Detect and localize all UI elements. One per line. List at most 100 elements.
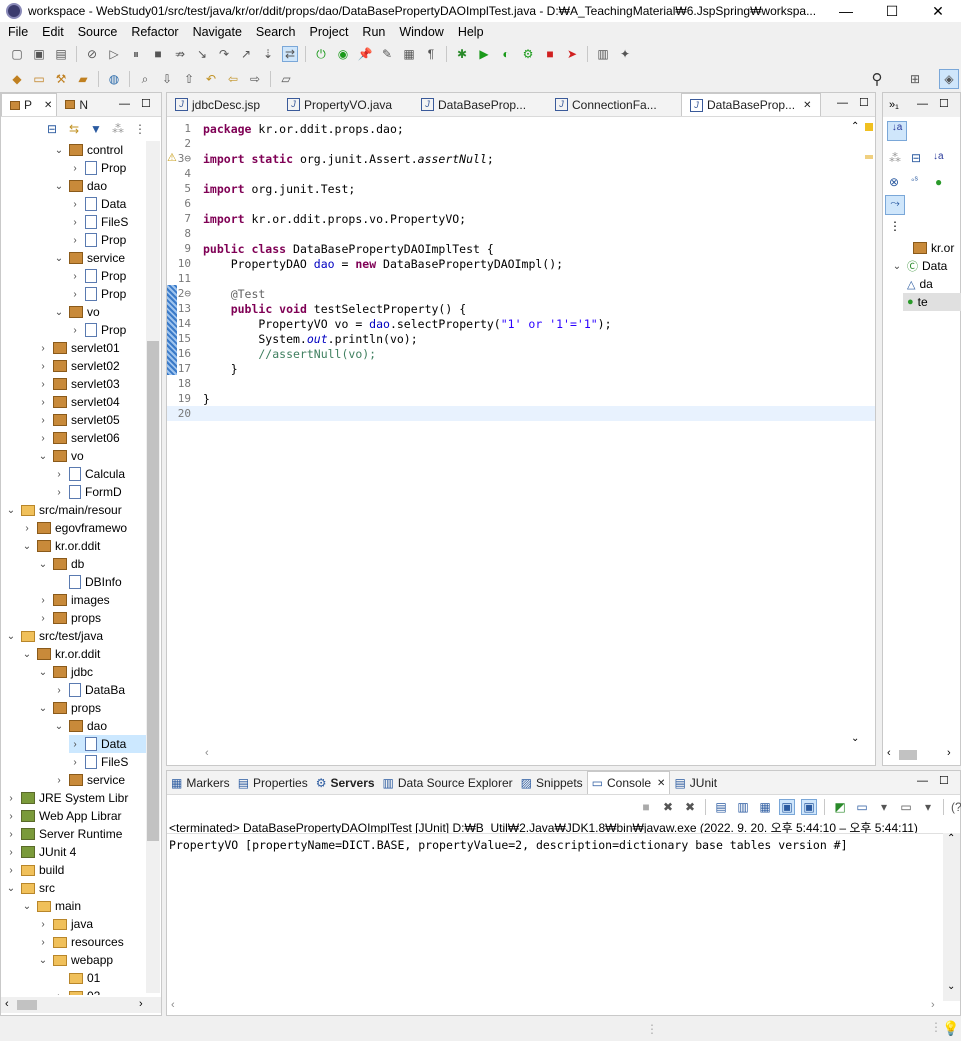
tree-item[interactable]: › Calcula	[53, 465, 125, 483]
console-output-area[interactable]: PropertyVO [propertyName=DICT.BASE, prop…	[167, 833, 943, 1001]
tree-item[interactable]: ⌄ dao	[53, 717, 107, 735]
menu-item-refactor[interactable]: Refactor	[123, 25, 184, 39]
collapse-chevron-icon[interactable]: ›	[69, 163, 81, 174]
close-button[interactable]: ✕	[915, 0, 961, 22]
open-task-icon[interactable]: ◉	[335, 46, 351, 62]
scroll-down-icon[interactable]: ⌄	[851, 733, 859, 744]
collapse-chevron-icon[interactable]: ›	[37, 919, 49, 930]
menu-item-window[interactable]: Window	[391, 25, 449, 39]
collapse-chevron-icon[interactable]: ›	[37, 415, 49, 426]
run-external-icon[interactable]: ⚙	[520, 46, 536, 62]
editor-tab[interactable]: JjdbcDesc.jsp	[167, 93, 279, 116]
console-scrollbar[interactable]: ⌃ ⌄	[943, 833, 960, 1001]
expand-chevron-icon[interactable]: ⌄	[21, 901, 33, 912]
scroll-right-icon[interactable]: ›	[947, 747, 951, 759]
tree-item[interactable]: › 02	[53, 987, 100, 995]
tree-item[interactable]: › FormD	[53, 483, 122, 501]
tree-item[interactable]: ⌄ kr.or.ddit	[21, 645, 101, 663]
outline-hscrollbar-thumb[interactable]	[899, 750, 917, 760]
collapse-chevron-icon[interactable]: ›	[37, 595, 49, 606]
scroll-left-icon[interactable]: ‹	[5, 998, 9, 1010]
close-icon[interactable]: ✕	[657, 778, 665, 789]
tree-item[interactable]: › egovframewo	[21, 519, 127, 537]
code-line[interactable]: 9 public class DataBasePropertyDAOImplTes…	[167, 241, 875, 256]
tree-item[interactable]: ⌄ webapp	[37, 951, 113, 969]
outline-item[interactable]: kr.or	[909, 239, 954, 257]
view-menu-icon[interactable]: ⋮	[889, 219, 901, 233]
tree-item[interactable]: ⌄ src	[5, 879, 55, 897]
tree-item[interactable]: › Web App Librar	[5, 807, 121, 825]
tree-item[interactable]: › Prop	[69, 159, 126, 177]
minimize-button[interactable]: —	[823, 0, 869, 22]
collapse-chevron-icon[interactable]: ›	[69, 217, 81, 228]
menu-item-search[interactable]: Search	[248, 25, 302, 39]
tree-item[interactable]: › props	[37, 609, 101, 627]
menu-item-project[interactable]: Project	[302, 25, 355, 39]
minimize-view-icon[interactable]: —	[917, 775, 928, 787]
outline-item[interactable]: △ da	[903, 275, 933, 293]
menu-item-run[interactable]: Run	[354, 25, 391, 39]
code-line[interactable]: 4	[167, 166, 875, 181]
collapse-chevron-icon[interactable]: ›	[53, 487, 65, 498]
search-references-icon[interactable]: ⌕	[137, 71, 153, 87]
sort-icon[interactable]: ↓a	[887, 121, 907, 141]
tree-item[interactable]: › Prop	[69, 267, 126, 285]
code-line[interactable]: 5 import org.junit.Test;	[167, 181, 875, 196]
collapse-chevron-icon[interactable]: ›	[37, 937, 49, 948]
tree-item[interactable]: › DataBa	[53, 681, 125, 699]
tree-item[interactable]: › servlet06	[37, 429, 119, 447]
remove-all-icon[interactable]: ✖	[682, 799, 698, 815]
code-line[interactable]: 7 import kr.or.ddit.props.vo.PropertyVO;	[167, 211, 875, 226]
scroll-down-icon[interactable]: ⌄	[947, 981, 955, 992]
overview-annotation-marker[interactable]	[865, 155, 873, 159]
overview-warning-marker[interactable]	[865, 123, 873, 131]
search-icon[interactable]: ⚲	[869, 71, 885, 88]
menu-item-edit[interactable]: Edit	[34, 25, 70, 39]
collapse-chevron-icon[interactable]: ›	[5, 811, 17, 822]
tree-hscrollbar[interactable]: ‹ ›	[1, 997, 161, 1013]
tree-item[interactable]: › service	[53, 771, 125, 789]
code-line[interactable]: 16 //assertNull(vo);	[167, 346, 875, 361]
maximize-view-icon[interactable]: ☐	[939, 774, 949, 787]
maximize-view-icon[interactable]: ☐	[939, 97, 949, 110]
hide-static-icon[interactable]: ◦ˢ	[911, 175, 918, 186]
editor-hscrollbar[interactable]: ‹	[177, 747, 847, 763]
tree-item[interactable]: › Server Runtime	[5, 825, 122, 843]
expand-chevron-icon[interactable]: ⌄	[5, 631, 17, 642]
code-line[interactable]: 3⊖ import static org.junit.Assert.assertN…	[167, 151, 875, 166]
collapse-chevron-icon[interactable]: ›	[37, 397, 49, 408]
tree-item[interactable]: › JUnit 4	[5, 843, 76, 861]
code-line[interactable]: 14 PropertyVO vo = dao.selectProperty("1…	[167, 316, 875, 331]
scroll-left-icon[interactable]: ‹	[171, 999, 175, 1011]
tree-item[interactable]: › servlet05	[37, 411, 119, 429]
minimize-editor-icon[interactable]: —	[837, 97, 848, 109]
collapse-chevron-icon[interactable]: ›	[53, 991, 65, 996]
expand-chevron-icon[interactable]: ⌄	[37, 667, 49, 678]
remove-launch-icon[interactable]: ✖	[660, 799, 676, 815]
tree-scrollbar-thumb[interactable]	[147, 341, 159, 841]
warning-icon[interactable]: ⚠	[167, 151, 177, 164]
scroll-left-icon[interactable]: ‹	[887, 747, 891, 759]
collapse-chevron-icon[interactable]: ›	[53, 685, 65, 696]
drop-frame-icon[interactable]: ⇣	[260, 46, 276, 62]
collapse-chevron-icon[interactable]: ›	[5, 847, 17, 858]
collapse-chevron-icon[interactable]: ›	[37, 613, 49, 624]
expand-chevron-icon[interactable]: ⌄	[37, 703, 49, 714]
collapse-chevron-icon[interactable]: ›	[37, 433, 49, 444]
expand-chevron-icon[interactable]: ⌄	[5, 505, 17, 516]
terminate-icon[interactable]: ■	[150, 46, 166, 62]
maximize-editor-icon[interactable]: ☐	[859, 96, 869, 109]
tree-item[interactable]: ⌄ src/main/resour	[5, 501, 122, 519]
tree-item[interactable]: › Prop	[69, 285, 126, 303]
tree-item[interactable]: › FileS	[69, 753, 128, 771]
expand-chevron-icon[interactable]: ⌄	[5, 883, 17, 894]
collapse-chevron-icon[interactable]: ›	[53, 775, 65, 786]
bottom-tab-snippets[interactable]: ▨ Snippets	[517, 771, 587, 794]
tip-lightbulb-icon[interactable]: 💡	[942, 1020, 959, 1037]
editor-tab[interactable]: J PropertyVO.java	[279, 93, 413, 116]
open-type-icon[interactable]: ◆	[9, 71, 25, 87]
new-icon[interactable]: ▢	[9, 46, 25, 62]
collapse-chevron-icon[interactable]: ›	[69, 325, 81, 336]
tree-item[interactable]: ⌄ main	[21, 897, 81, 915]
bottom-tab-properties[interactable]: ▤ Properties	[234, 771, 312, 794]
